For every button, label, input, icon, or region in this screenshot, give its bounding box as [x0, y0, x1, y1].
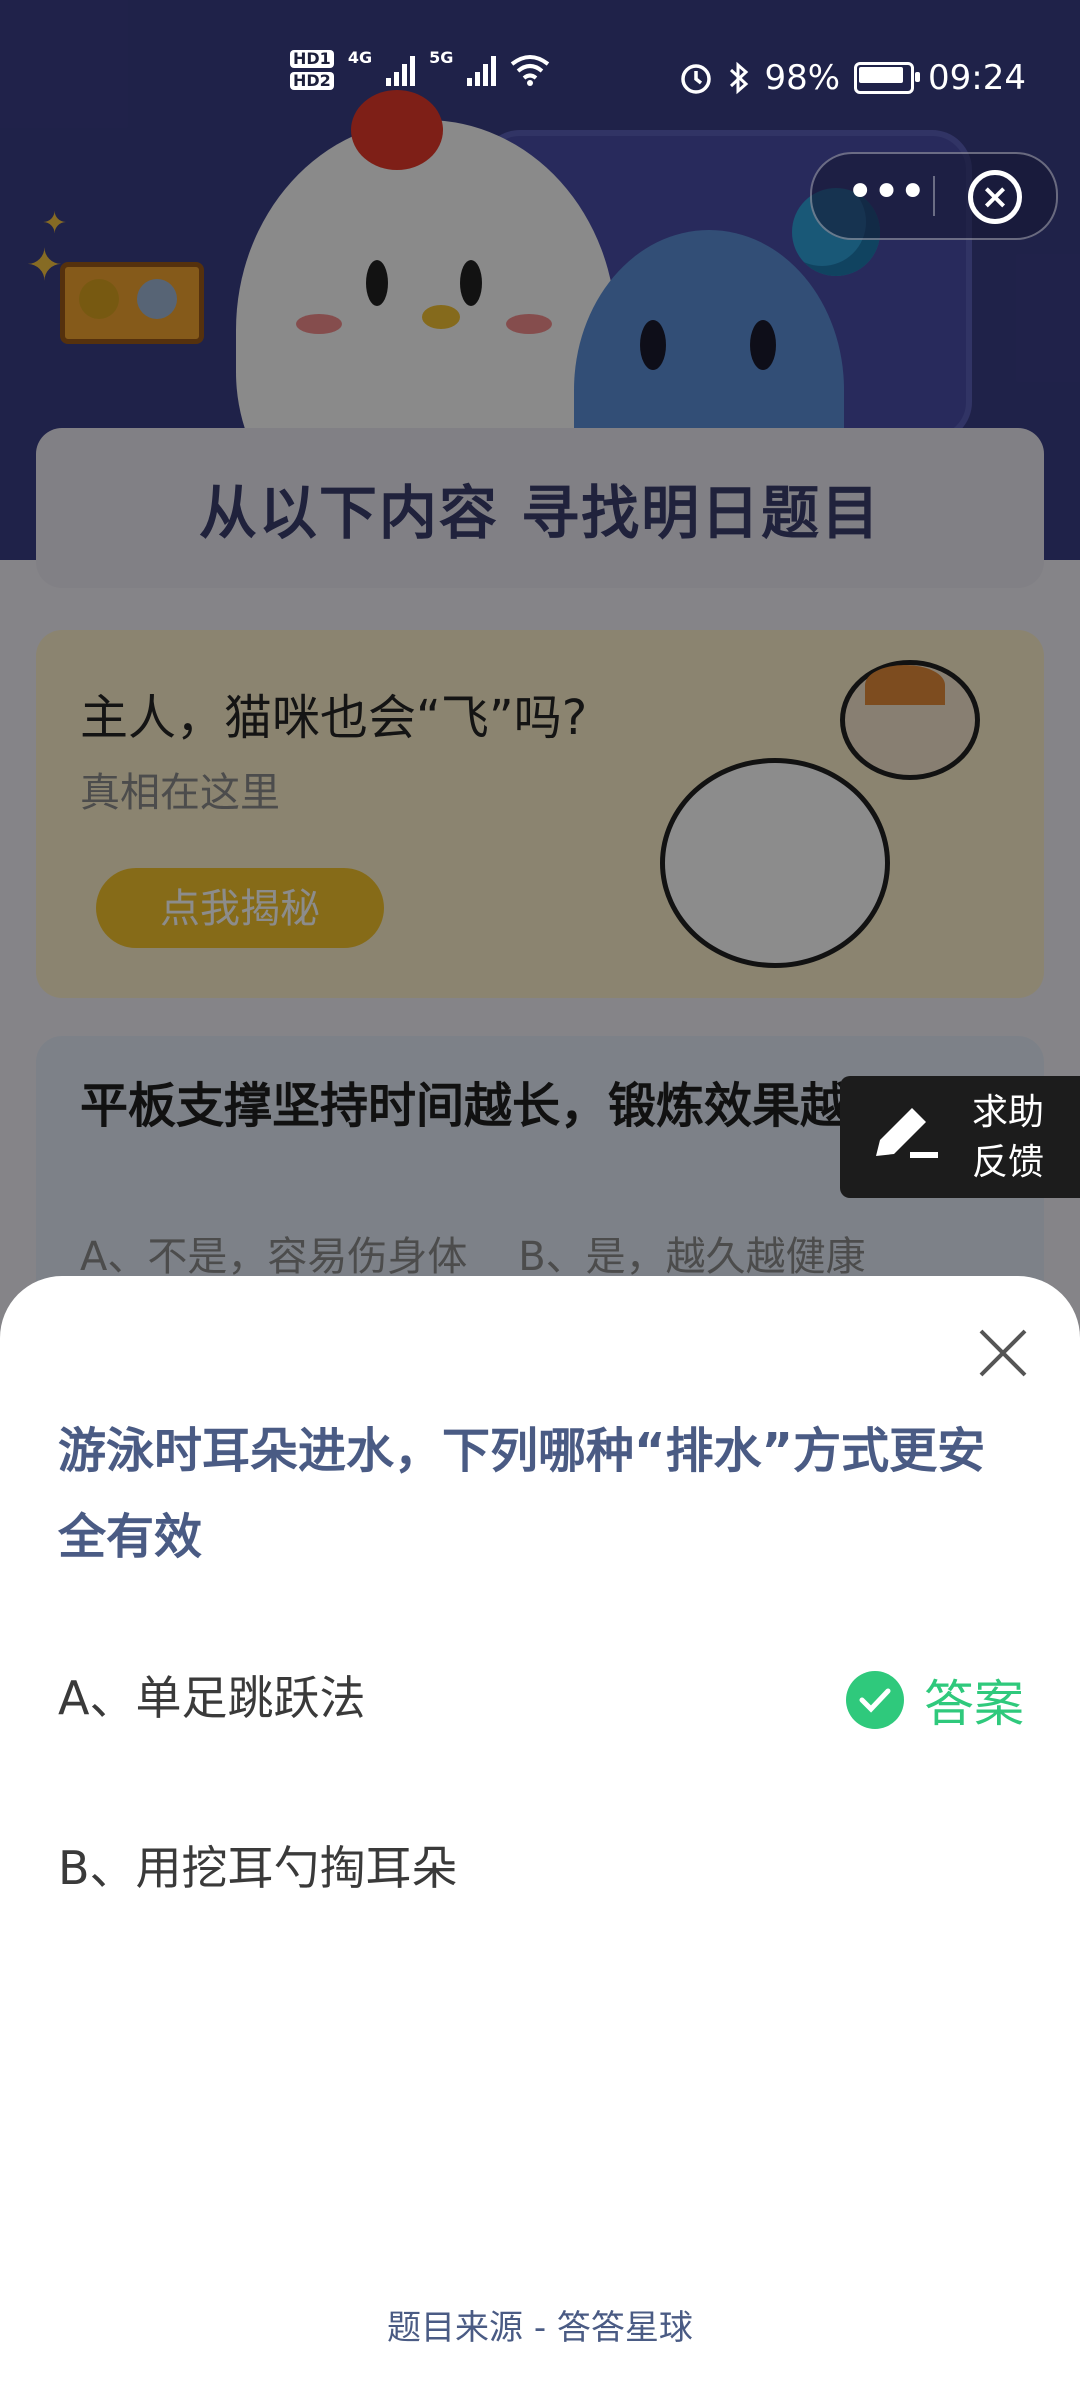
option-a[interactable]: A、单足跳跃法	[58, 1662, 365, 1728]
answer-label: 答案	[924, 1675, 1024, 1733]
close-icon[interactable]	[976, 1326, 1030, 1380]
miniprogram-capsule: ••• ×	[810, 152, 1058, 240]
hd-indicator: HD1 HD2	[290, 48, 334, 92]
close-circle-icon[interactable]: ×	[968, 170, 1022, 224]
question-source: 题目来源 - 答答星球	[387, 2308, 693, 2348]
clock: 09:24	[928, 58, 1026, 98]
sheet-question: 游泳时耳朵进水，下列哪种“排水”方式更安全有效	[58, 1423, 986, 1565]
signal-icon	[467, 54, 497, 86]
help-label: 求助	[972, 1092, 1045, 1133]
more-dots-icon[interactable]: •••	[846, 168, 927, 216]
wifi-icon	[511, 55, 550, 86]
option-b[interactable]: B、用挖耳勺掏耳朵	[58, 1832, 458, 1898]
check-circle-icon	[846, 1671, 904, 1729]
edit-icon	[876, 1108, 938, 1158]
network-type-1: 4G	[347, 48, 373, 67]
signal-icon	[386, 54, 416, 86]
feedback-label: 反馈	[972, 1142, 1045, 1183]
battery-icon	[854, 62, 921, 94]
capsule-divider	[933, 176, 935, 216]
network-type-2: 5G	[429, 48, 454, 67]
correct-answer-marker: 答案	[846, 1664, 1024, 1736]
status-bar: HD1 HD2 4G 5G 98% 09:24	[0, 0, 1080, 120]
bluetooth-icon	[730, 61, 749, 95]
alarm-icon	[681, 64, 712, 94]
help-feedback-button[interactable]: 求助 反馈	[840, 1076, 1080, 1198]
battery-percent: 98%	[764, 58, 841, 98]
